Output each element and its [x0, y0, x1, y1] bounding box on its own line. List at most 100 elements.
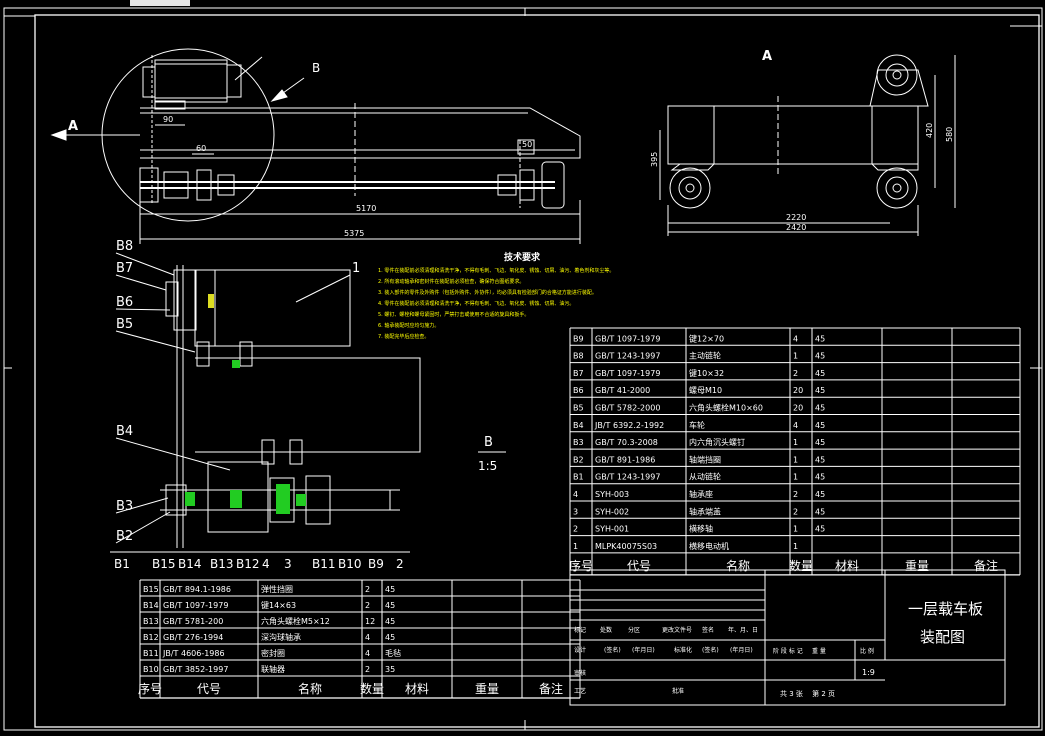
- bom-cell: 车轮: [689, 420, 705, 430]
- bom-cell: 45: [815, 421, 825, 430]
- bom-header-cell: 代号: [197, 682, 221, 696]
- bom-header-cell: 重量: [475, 682, 499, 696]
- bom-cell: GB/T 1097-1979: [595, 334, 660, 343]
- bom-cell: 2: [793, 369, 798, 378]
- bom-cell: 45: [815, 490, 825, 499]
- bom-cell: SYH-001: [595, 525, 629, 534]
- detail-b-title: B: [484, 435, 493, 450]
- tech-requirements-list: 1. 零件在装配前必须清理和清洗干净，不得有毛刺、飞边、氧化皮、锈蚀、切屑、油污…: [378, 267, 614, 340]
- bom-cell: 35: [385, 665, 395, 674]
- bom-cell: 45: [815, 473, 825, 482]
- bom-cell: 1: [793, 438, 798, 447]
- bom-cell: 2: [793, 507, 798, 516]
- bom-cell: SYH-003: [595, 490, 629, 499]
- bom-cell: 20: [793, 386, 803, 395]
- wheel-side: [541, 161, 565, 209]
- bom-cell: B12: [143, 633, 159, 642]
- bom-cell: B14: [143, 601, 159, 610]
- title-block-cell: 标记: [574, 626, 586, 634]
- title-block-cell: 处数: [600, 626, 612, 634]
- bom-header-cell: 重量: [905, 559, 929, 573]
- key-highlight: [185, 492, 195, 506]
- bom-cell: 轴承端盖: [689, 506, 721, 516]
- bom-header-cell: 备注: [539, 681, 563, 696]
- leader: [234, 56, 263, 81]
- dim-395: 395: [650, 152, 659, 167]
- bom-cell: 45: [815, 455, 825, 464]
- balloon-bottom: B12: [236, 557, 260, 571]
- bom-table-right: B9 GB/T 1097-1979 键12×70 4 45 B8 GB/T 1243-199…: [569, 327, 1021, 576]
- bom-cell: 45: [385, 617, 395, 626]
- bom-header-cell: 序号: [569, 558, 593, 573]
- bom-cell: 45: [815, 507, 825, 516]
- bom-cell: B1: [573, 473, 584, 482]
- bom-header-cell: 名称: [298, 681, 322, 696]
- tech-note: 4. 零件在装配前必须清理和清洗干净，不得有毛刺、飞边、氧化皮、锈蚀、切屑、油污…: [378, 300, 574, 307]
- title-block-cell: (年月日): [632, 646, 655, 654]
- bom-cell: GB/T 5782-2000: [595, 404, 660, 413]
- bom-cell: 1: [793, 473, 798, 482]
- top-sprocket: [876, 54, 918, 96]
- bom-cell: B10: [143, 665, 159, 674]
- drawing-title-line1: 一层载车板: [908, 600, 983, 618]
- balloon-bottom: B10: [338, 557, 362, 571]
- balloon-b5: B5: [116, 317, 133, 332]
- balloon-b8: B8: [116, 239, 133, 254]
- balloon-bottom: 3: [284, 557, 292, 571]
- title-block-cell: 阶 段 标 记: [773, 647, 803, 655]
- balloon-bottom: B9: [368, 557, 384, 571]
- sprocket: [139, 167, 159, 203]
- bom-cell: 20: [793, 404, 803, 413]
- bom-header-cell: 序号: [138, 681, 162, 696]
- title-block-cell: 更改文件号: [662, 626, 692, 634]
- top-sprocket-bore: [892, 70, 902, 80]
- bom-cell: 弹性挡圈: [261, 584, 293, 594]
- side-wheel: [669, 167, 711, 209]
- bom-cell: 45: [815, 438, 825, 447]
- bom-cell: 从动链轮: [689, 472, 721, 482]
- bom-cell: 1: [793, 542, 798, 551]
- bom-cell: B15: [143, 585, 159, 594]
- side-view-a: [659, 54, 956, 236]
- bom-cell: 45: [385, 601, 395, 610]
- arrow-b-label: B: [312, 61, 320, 75]
- sprocket-detail: [165, 281, 179, 317]
- detail-b-scale: 1:5: [478, 459, 497, 473]
- bearing-housing: [163, 171, 189, 199]
- bom-cell: 45: [815, 352, 825, 361]
- bom-header-cell: 材料: [835, 559, 859, 573]
- top-sprocket-hub: [885, 63, 909, 87]
- bom-cell: 轴端挡圈: [689, 454, 721, 464]
- title-block-cell: 标准化: [674, 646, 692, 654]
- side-wheel-bore: [685, 183, 695, 193]
- bom-cell: GB/T 5781-200: [163, 617, 223, 626]
- bom-cell: 1: [793, 455, 798, 464]
- motor-cap: [226, 64, 242, 98]
- dim-60: 60: [196, 144, 206, 153]
- bom-cell: 45: [385, 585, 395, 594]
- bom-cell: 轴承座: [689, 489, 713, 499]
- coupling-detail: [305, 475, 331, 525]
- seal-highlight: [296, 494, 306, 506]
- motor-detail: [194, 269, 351, 347]
- side-wheel-hub: [678, 176, 702, 200]
- bom-cell: 12: [365, 617, 375, 626]
- title-block-cell: (年月日): [730, 646, 753, 654]
- dim-2220: 2220: [786, 213, 806, 222]
- title-block-cell: 分区: [628, 626, 640, 634]
- wheel-mount: [871, 163, 919, 171]
- bom-cell: 2: [365, 665, 370, 674]
- bom-cell: 3: [573, 507, 578, 516]
- bom-cell: 2: [793, 490, 798, 499]
- sheet-info: 共 3 张 第 2 页: [780, 689, 835, 698]
- coupling: [196, 169, 212, 201]
- side-wheel-bore: [892, 183, 902, 193]
- bearing-highlight: [276, 484, 290, 514]
- drawing-title-line2: 装配图: [920, 628, 965, 646]
- title-block-cell: 签名: [702, 626, 714, 634]
- bom-cell: GB/T 70.3-2008: [595, 438, 658, 447]
- bom-cell: 深沟球轴承: [261, 632, 301, 642]
- bom-cell: 4: [793, 421, 798, 430]
- bom-cell: B8: [573, 352, 584, 361]
- tech-requirements-title: 技术要求: [504, 251, 541, 263]
